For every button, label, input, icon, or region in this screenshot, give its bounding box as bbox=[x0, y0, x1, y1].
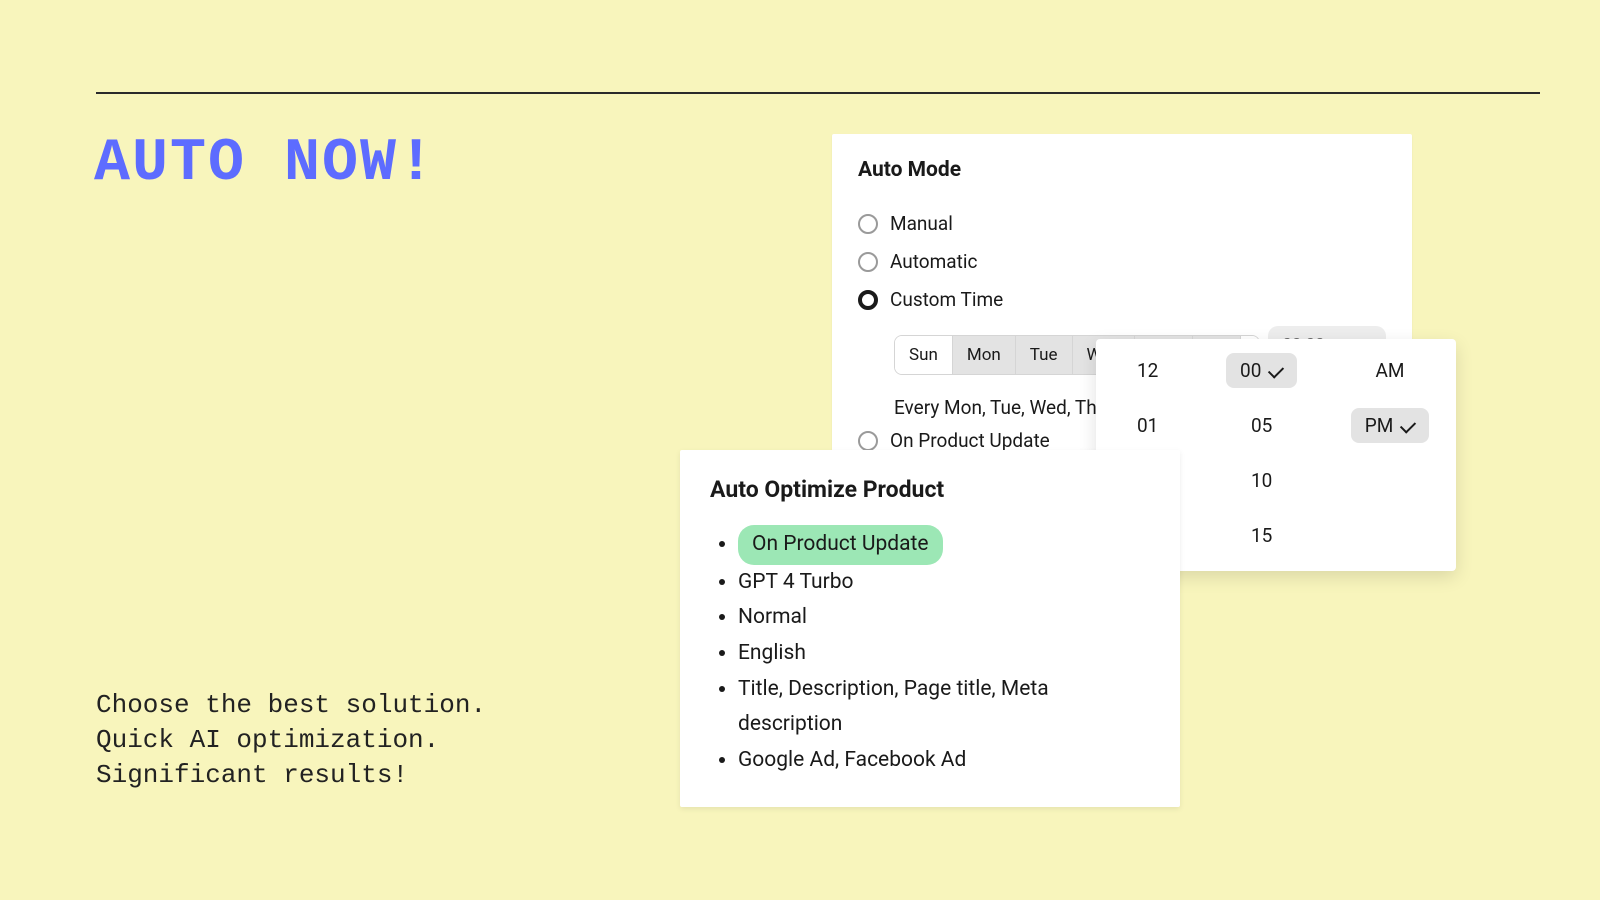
list-item: GPT 4 Turbo bbox=[738, 565, 1150, 601]
time-picker-ampm-option[interactable]: PM bbox=[1351, 408, 1430, 443]
auto-mode-title: Auto Mode bbox=[858, 158, 1386, 182]
auto-optimize-panel: Auto Optimize Product On Product Update … bbox=[680, 450, 1180, 807]
radio-icon bbox=[858, 431, 878, 451]
radio-icon bbox=[858, 290, 878, 310]
check-icon bbox=[1268, 362, 1284, 378]
radio-automatic[interactable]: Automatic bbox=[858, 250, 1386, 273]
highlight-pill: On Product Update bbox=[738, 525, 943, 565]
radio-custom-time[interactable]: Custom Time bbox=[858, 288, 1386, 311]
day-tue[interactable]: Tue bbox=[1016, 336, 1073, 374]
radio-manual[interactable]: Manual bbox=[858, 212, 1386, 235]
radio-icon bbox=[858, 252, 878, 272]
time-picker-minute-option[interactable]: 00 bbox=[1226, 353, 1297, 388]
time-picker-minute-option[interactable]: 05 bbox=[1237, 408, 1287, 443]
radio-label: On Product Update bbox=[890, 429, 1050, 452]
optimize-list: On Product Update GPT 4 Turbo Normal Eng… bbox=[710, 525, 1150, 779]
time-picker-minute-option[interactable]: 10 bbox=[1237, 463, 1287, 498]
radio-label: Custom Time bbox=[890, 288, 1003, 311]
list-item: On Product Update bbox=[738, 525, 1150, 565]
list-item: English bbox=[738, 636, 1150, 672]
time-picker-ampm: AM PM bbox=[1351, 353, 1430, 553]
radio-icon bbox=[858, 214, 878, 234]
check-icon bbox=[1400, 417, 1416, 433]
list-item: Title, Description, Page title, Meta des… bbox=[738, 672, 1150, 743]
radio-label: Manual bbox=[890, 212, 953, 235]
radio-label: Automatic bbox=[890, 250, 977, 273]
auto-optimize-title: Auto Optimize Product bbox=[710, 476, 1150, 503]
time-picker-hour-option[interactable]: 12 bbox=[1123, 353, 1173, 388]
time-picker-hour-option[interactable]: 01 bbox=[1123, 408, 1173, 443]
headline: AUTO NOW! bbox=[94, 130, 436, 198]
day-sun[interactable]: Sun bbox=[895, 336, 953, 374]
divider bbox=[96, 92, 1540, 94]
list-item: Normal bbox=[738, 600, 1150, 636]
time-picker-minute-option[interactable]: 15 bbox=[1237, 518, 1287, 553]
ampm-value: PM bbox=[1365, 414, 1394, 437]
time-picker-minutes: 00 05 10 15 bbox=[1226, 353, 1297, 553]
list-item: Google Ad, Facebook Ad bbox=[738, 743, 1150, 779]
minute-value: 00 bbox=[1240, 359, 1261, 382]
time-picker-ampm-option[interactable]: AM bbox=[1362, 353, 1419, 388]
tagline: Choose the best solution. Quick AI optim… bbox=[96, 688, 486, 793]
day-mon[interactable]: Mon bbox=[953, 336, 1016, 374]
